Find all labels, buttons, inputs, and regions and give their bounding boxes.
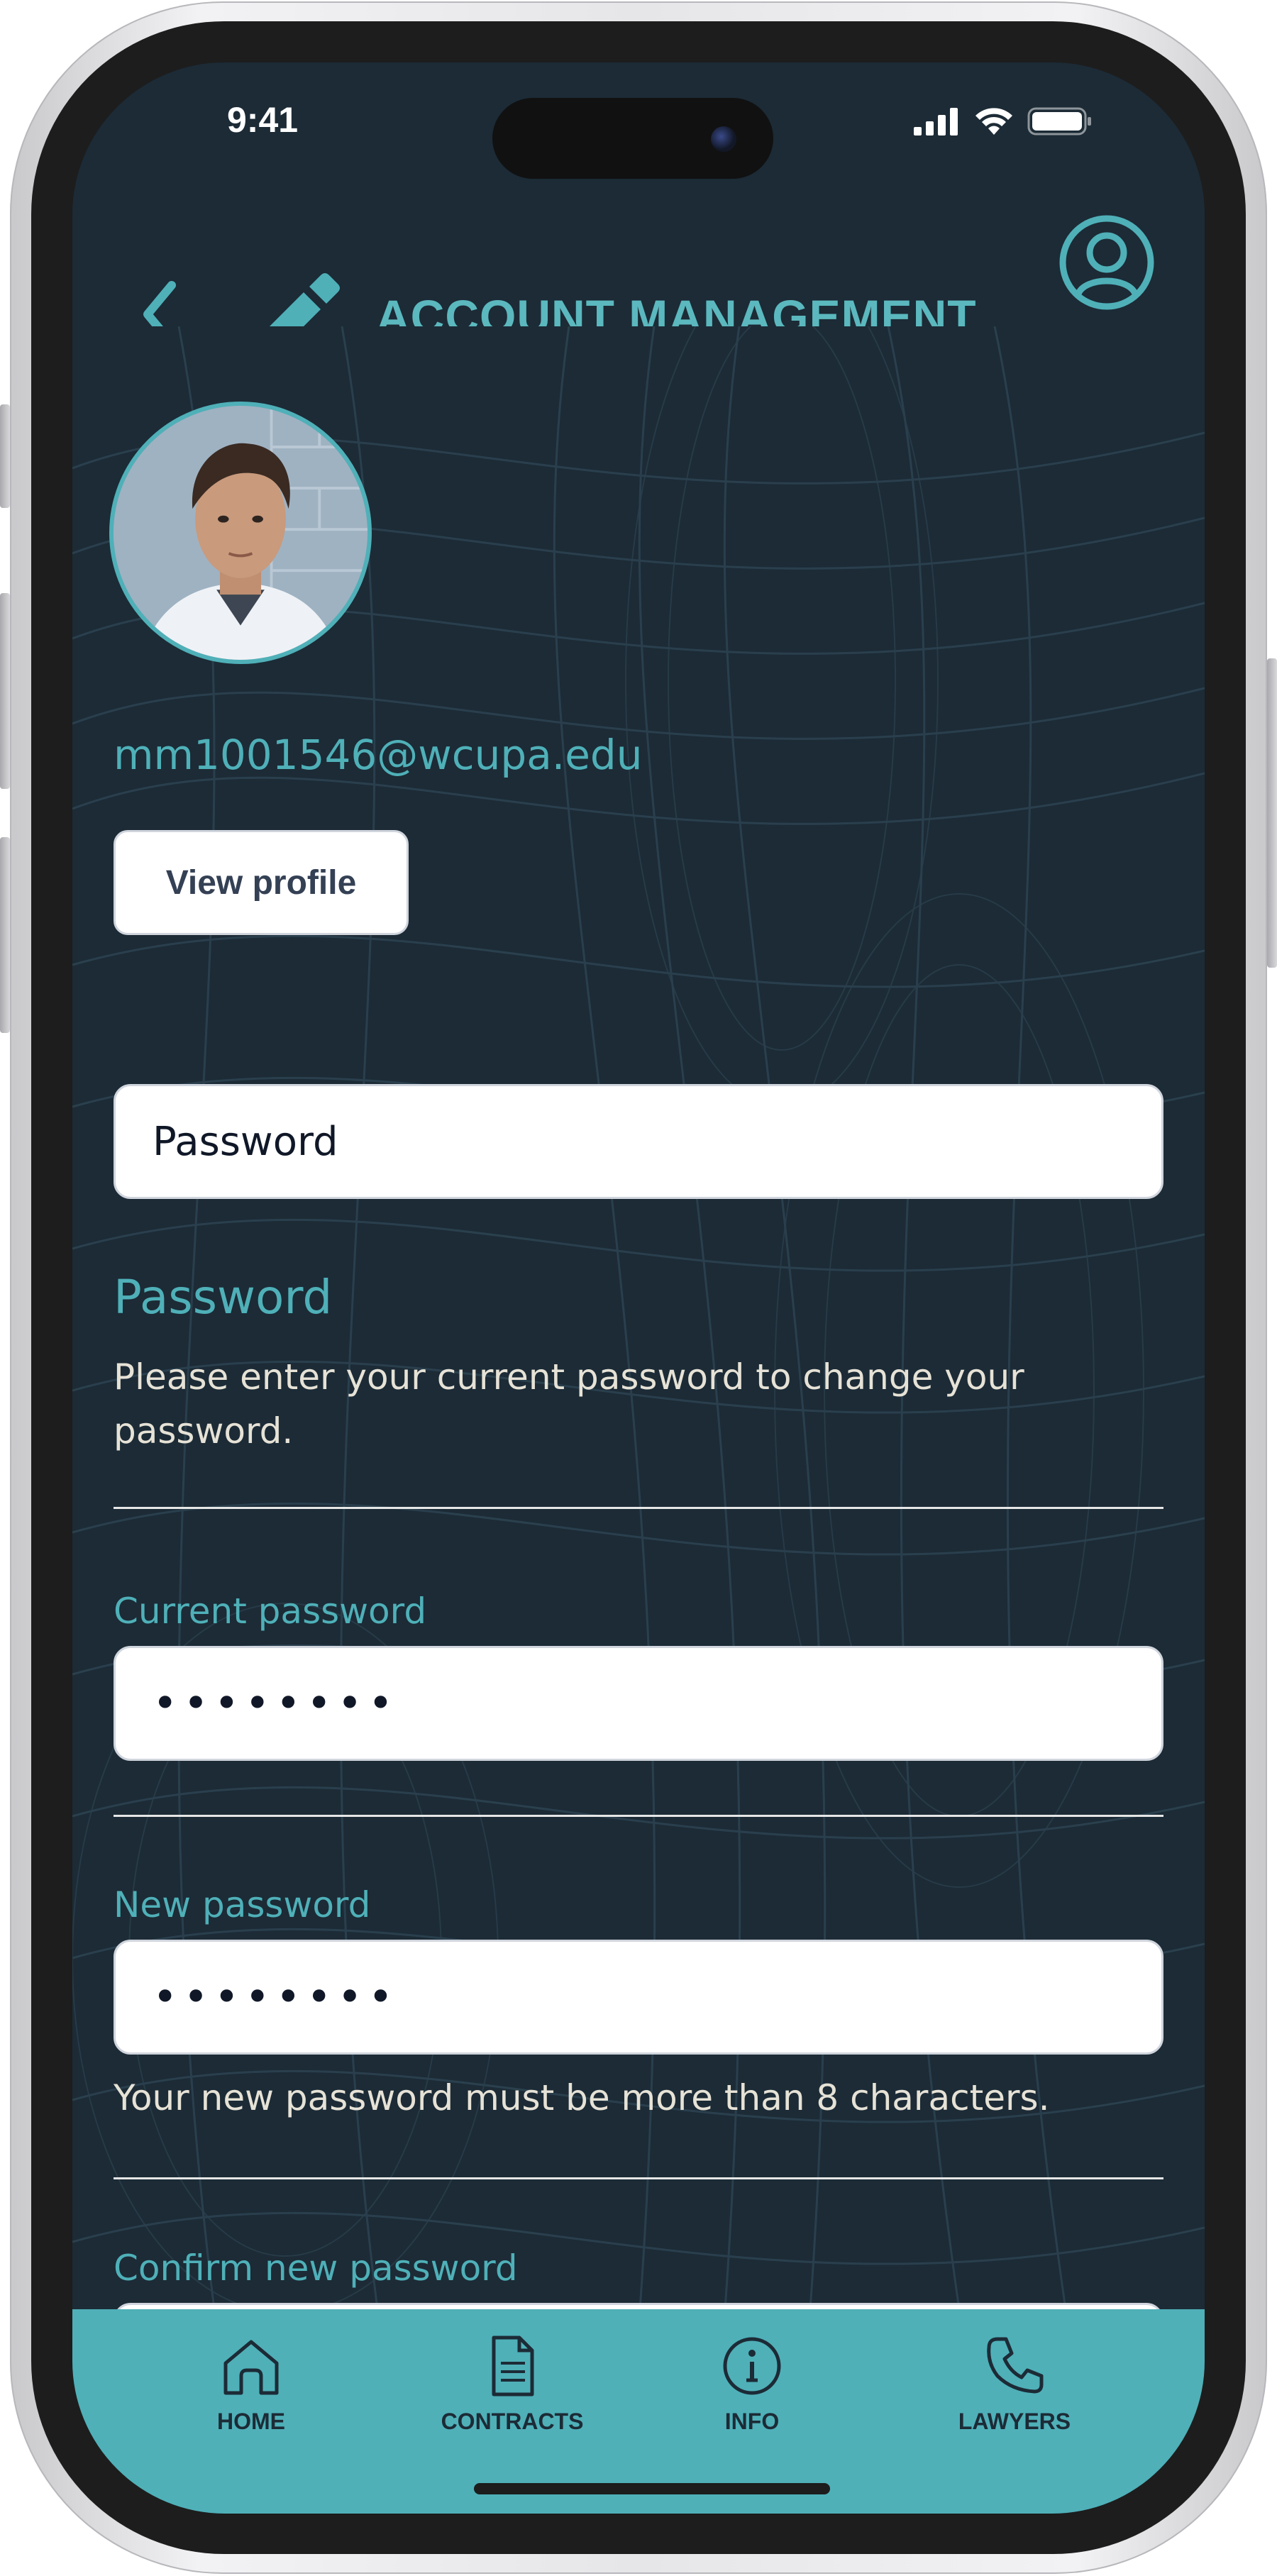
current-password-input[interactable]: •••••••• <box>114 1646 1163 1761</box>
confirm-password-label: Confirm new password <box>114 2248 518 2289</box>
power-button <box>1267 658 1277 968</box>
nav-item-contracts[interactable]: CONTRACTS <box>413 2332 612 2453</box>
section-description: Please enter your current password to ch… <box>114 1356 1024 1452</box>
account-icon[interactable] <box>1058 214 1155 311</box>
volume-down-button <box>0 837 10 1033</box>
new-password-hint: Your new password must be more than 8 ch… <box>114 2077 1050 2118</box>
status-icons <box>914 106 1093 136</box>
info-icon <box>723 2337 781 2395</box>
nav-item-info[interactable]: INFO <box>653 2332 851 2453</box>
confirm-password-input[interactable]: •••••••• <box>114 2303 1163 2309</box>
volume-up-button <box>0 593 10 789</box>
home-indicator[interactable] <box>474 2483 830 2494</box>
status-bar: 9:41 <box>72 62 1205 204</box>
divider <box>114 1507 1163 1509</box>
wifi-icon <box>975 108 1012 135</box>
signal-icon <box>914 108 958 136</box>
status-time: 9:41 <box>227 100 299 140</box>
home-icon <box>223 2340 279 2395</box>
nav-item-home[interactable]: HOME <box>152 2332 350 2453</box>
app-header: ACCOUNT MANAGEMENT <box>72 204 1205 358</box>
new-password-input[interactable]: •••••••• <box>114 1940 1163 2055</box>
dynamic-island <box>492 98 773 179</box>
user-portrait-image <box>114 406 367 660</box>
current-password-label: Current password <box>114 1591 427 1632</box>
user-email: mm1001546@wcupa.edu <box>114 731 643 779</box>
section-title: Password <box>114 1270 333 1325</box>
nav-label-info: INFO <box>724 2409 780 2434</box>
content-area: mm1001546@wcupa.edu View profile Passwor… <box>72 326 1205 2309</box>
section-selector[interactable]: Password <box>114 1084 1163 1199</box>
action-button <box>0 404 10 508</box>
new-password-label: New password <box>114 1884 371 1925</box>
nav-label-lawyers: LAWYERS <box>958 2409 1071 2434</box>
divider <box>114 1815 1163 1817</box>
nav-label-home: HOME <box>217 2409 285 2434</box>
nav-item-lawyers[interactable]: LAWYERS <box>915 2332 1114 2453</box>
document-icon <box>492 2335 534 2397</box>
nav-label-contracts: CONTRACTS <box>441 2409 584 2434</box>
screen: 9:41 ACCOUNT MANAGEMENT mm1001546@wcupa.… <box>72 62 1205 2514</box>
battery-icon <box>1027 107 1091 136</box>
avatar[interactable] <box>109 402 372 664</box>
divider <box>114 2177 1163 2179</box>
phone-icon <box>987 2337 1044 2394</box>
view-profile-button[interactable]: View profile <box>114 830 409 935</box>
camera-icon <box>711 126 736 152</box>
